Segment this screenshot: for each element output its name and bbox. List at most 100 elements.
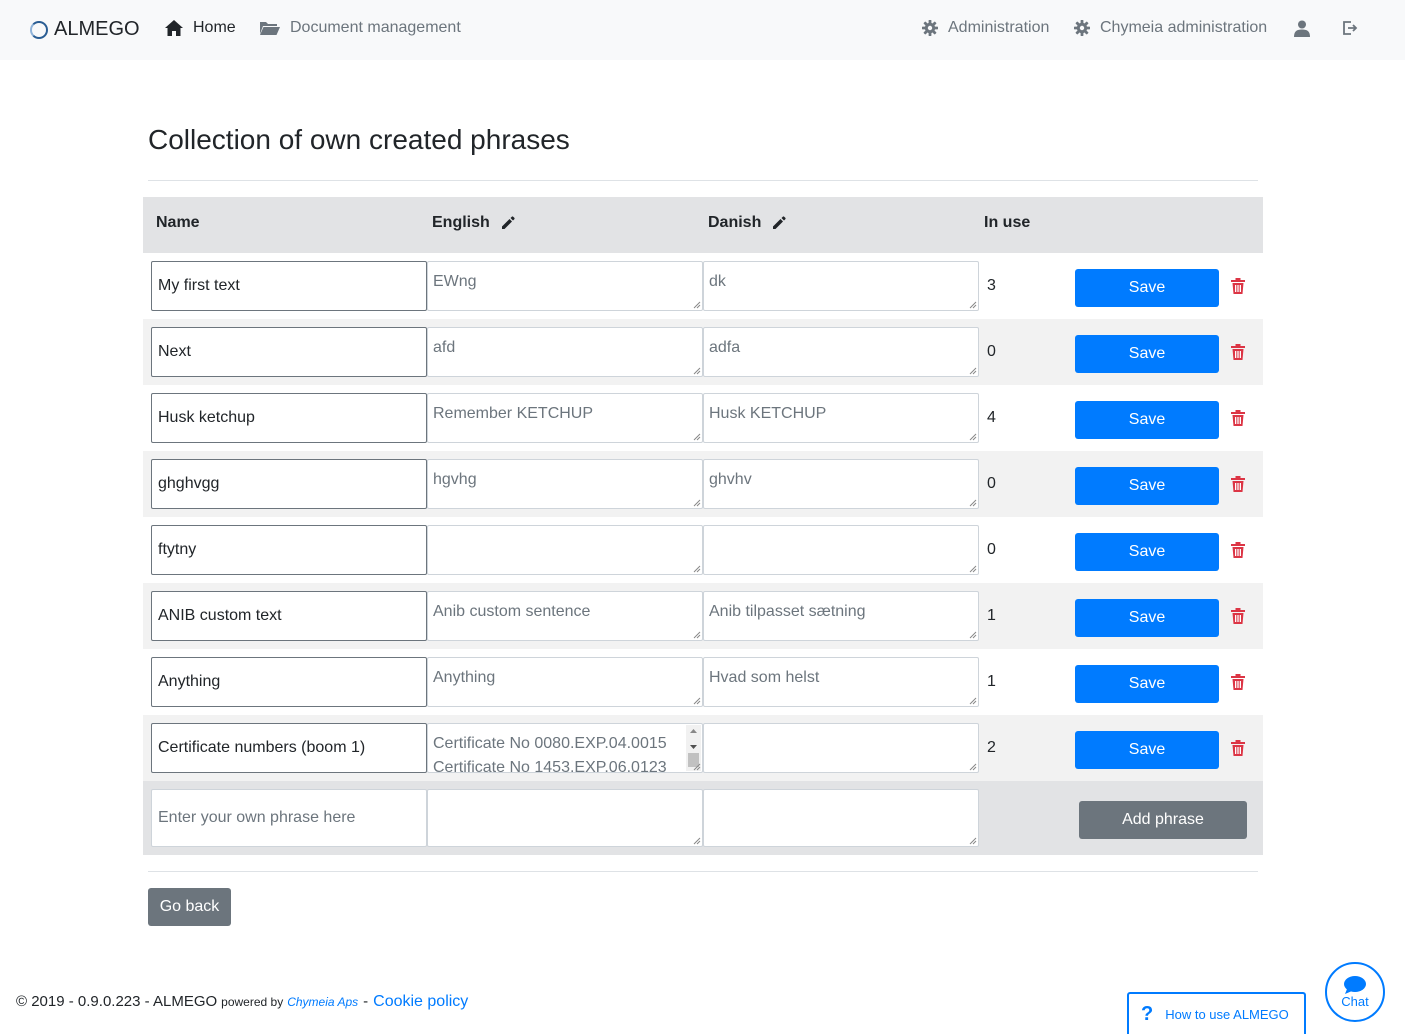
- resize-grip-icon[interactable]: [968, 696, 977, 705]
- danish-text: ghvhv: [709, 471, 752, 488]
- help-label: How to use ALMEGO: [1165, 1006, 1289, 1022]
- delete-button[interactable]: [1231, 674, 1245, 695]
- resize-grip-icon[interactable]: [968, 432, 977, 441]
- name-input[interactable]: My first text: [151, 261, 427, 311]
- delete-button[interactable]: [1231, 344, 1245, 365]
- brand-logo[interactable]: ALMEGO: [30, 18, 140, 41]
- footer: © 2019 - 0.9.0.223 - ALMEGO powered by C…: [16, 993, 468, 1011]
- danish-textarea[interactable]: [703, 525, 979, 575]
- table-row: ghghvgg hgvhg ghvhv 0 Save: [143, 451, 1263, 517]
- save-button[interactable]: Save: [1075, 533, 1219, 571]
- name-input[interactable]: ANIB custom text: [151, 591, 427, 641]
- danish-textarea[interactable]: ghvhv: [703, 459, 979, 509]
- resize-grip-icon[interactable]: [692, 498, 701, 507]
- resize-grip-icon[interactable]: [692, 300, 701, 309]
- logout-button[interactable]: [1342, 20, 1358, 41]
- danish-text: Anib tilpasset sætning: [709, 603, 866, 620]
- name-input[interactable]: ftytny: [151, 525, 427, 575]
- logout-icon: [1343, 21, 1358, 35]
- english-textarea[interactable]: Anything: [427, 657, 703, 707]
- resize-grip-icon[interactable]: [692, 836, 701, 845]
- chat-button[interactable]: Chat: [1325, 962, 1385, 1022]
- in-use-count: 1: [987, 673, 996, 690]
- english-textarea[interactable]: Remember KETCHUP: [427, 393, 703, 443]
- english-textarea[interactable]: Certificate No 0080.EXP.04.0015 Certific…: [427, 723, 703, 773]
- delete-button[interactable]: [1231, 740, 1245, 761]
- danish-textarea[interactable]: Husk KETCHUP: [703, 393, 979, 443]
- danish-text: adfa: [709, 339, 741, 356]
- resize-grip-icon[interactable]: [692, 696, 701, 705]
- danish-textarea[interactable]: Anib tilpasset sætning: [703, 591, 979, 641]
- home-icon: [165, 20, 183, 36]
- danish-text: dk: [709, 273, 726, 290]
- user-icon: [1294, 20, 1310, 37]
- header-name: Name: [156, 214, 200, 231]
- resize-grip-icon[interactable]: [968, 498, 977, 507]
- english-textarea[interactable]: afd: [427, 327, 703, 377]
- save-button[interactable]: Save: [1075, 467, 1219, 505]
- name-input[interactable]: Certificate numbers (boom 1): [151, 723, 427, 773]
- divider-bottom: [148, 871, 1258, 872]
- english-textarea[interactable]: [427, 525, 703, 575]
- pencil-icon[interactable]: [771, 215, 787, 231]
- footer-powered-by: powered by: [221, 995, 284, 1009]
- name-input[interactable]: ghghvgg: [151, 459, 427, 509]
- name-input[interactable]: Husk ketchup: [151, 393, 427, 443]
- danish-textarea[interactable]: adfa: [703, 327, 979, 377]
- danish-textarea[interactable]: dk: [703, 261, 979, 311]
- add-phrase-button[interactable]: Add phrase: [1079, 801, 1247, 839]
- nav-chymeia-administration[interactable]: Chymeia administration: [1074, 19, 1267, 37]
- resize-grip-icon[interactable]: [692, 762, 701, 771]
- english-text: Anib custom sentence: [433, 603, 591, 620]
- user-profile-button[interactable]: [1294, 20, 1310, 42]
- danish-textarea[interactable]: Hvad som helst: [703, 657, 979, 707]
- resize-grip-icon[interactable]: [968, 564, 977, 573]
- delete-button[interactable]: [1231, 410, 1245, 431]
- resize-grip-icon[interactable]: [968, 836, 977, 845]
- save-button[interactable]: Save: [1075, 599, 1219, 637]
- save-button[interactable]: Save: [1075, 665, 1219, 703]
- resize-grip-icon[interactable]: [692, 630, 701, 639]
- nav-document-management[interactable]: Document management: [260, 19, 461, 37]
- english-textarea[interactable]: Anib custom sentence: [427, 591, 703, 641]
- table-row: ANIB custom text Anib custom sentence An…: [143, 583, 1263, 649]
- help-widget[interactable]: ? How to use ALMEGO: [1127, 992, 1306, 1034]
- danish-textarea[interactable]: [703, 723, 979, 773]
- brand-name: ALMEGO: [54, 18, 140, 40]
- name-input[interactable]: Anything: [151, 657, 427, 707]
- save-button[interactable]: Save: [1075, 401, 1219, 439]
- english-textarea[interactable]: hgvhg: [427, 459, 703, 509]
- go-back-button[interactable]: Go back: [148, 888, 231, 926]
- delete-button[interactable]: [1231, 476, 1245, 497]
- resize-grip-icon[interactable]: [968, 366, 977, 375]
- footer-company-link[interactable]: Chymeia Aps: [287, 995, 358, 1009]
- resize-grip-icon[interactable]: [968, 762, 977, 771]
- in-use-count: 1: [987, 607, 996, 624]
- pencil-icon[interactable]: [500, 215, 516, 231]
- new-phrase-english-textarea[interactable]: [427, 789, 703, 847]
- nav-administration[interactable]: Administration: [922, 19, 1049, 37]
- resize-grip-icon[interactable]: [692, 366, 701, 375]
- delete-button[interactable]: [1231, 278, 1245, 299]
- english-textarea[interactable]: EWng: [427, 261, 703, 311]
- cookie-policy-link[interactable]: Cookie policy: [373, 993, 468, 1011]
- table-row: ftytny 0 Save: [143, 517, 1263, 583]
- save-button[interactable]: Save: [1075, 269, 1219, 307]
- new-phrase-name-input[interactable]: Enter your own phrase here: [151, 789, 427, 847]
- save-button[interactable]: Save: [1075, 731, 1219, 769]
- name-input[interactable]: Next: [151, 327, 427, 377]
- in-use-count: 3: [987, 277, 996, 294]
- resize-grip-icon[interactable]: [692, 564, 701, 573]
- resize-grip-icon[interactable]: [968, 300, 977, 309]
- resize-grip-icon[interactable]: [692, 432, 701, 441]
- top-navbar: ALMEGO Home Document management Administ…: [0, 0, 1405, 60]
- resize-grip-icon[interactable]: [968, 630, 977, 639]
- english-text: afd: [433, 339, 456, 356]
- new-phrase-danish-textarea[interactable]: [703, 789, 979, 847]
- delete-button[interactable]: [1231, 542, 1245, 563]
- delete-button[interactable]: [1231, 608, 1245, 629]
- save-button[interactable]: Save: [1075, 335, 1219, 373]
- nav-home[interactable]: Home: [165, 19, 236, 37]
- in-use-count: 0: [987, 343, 996, 360]
- gear-icon: [1074, 20, 1090, 36]
